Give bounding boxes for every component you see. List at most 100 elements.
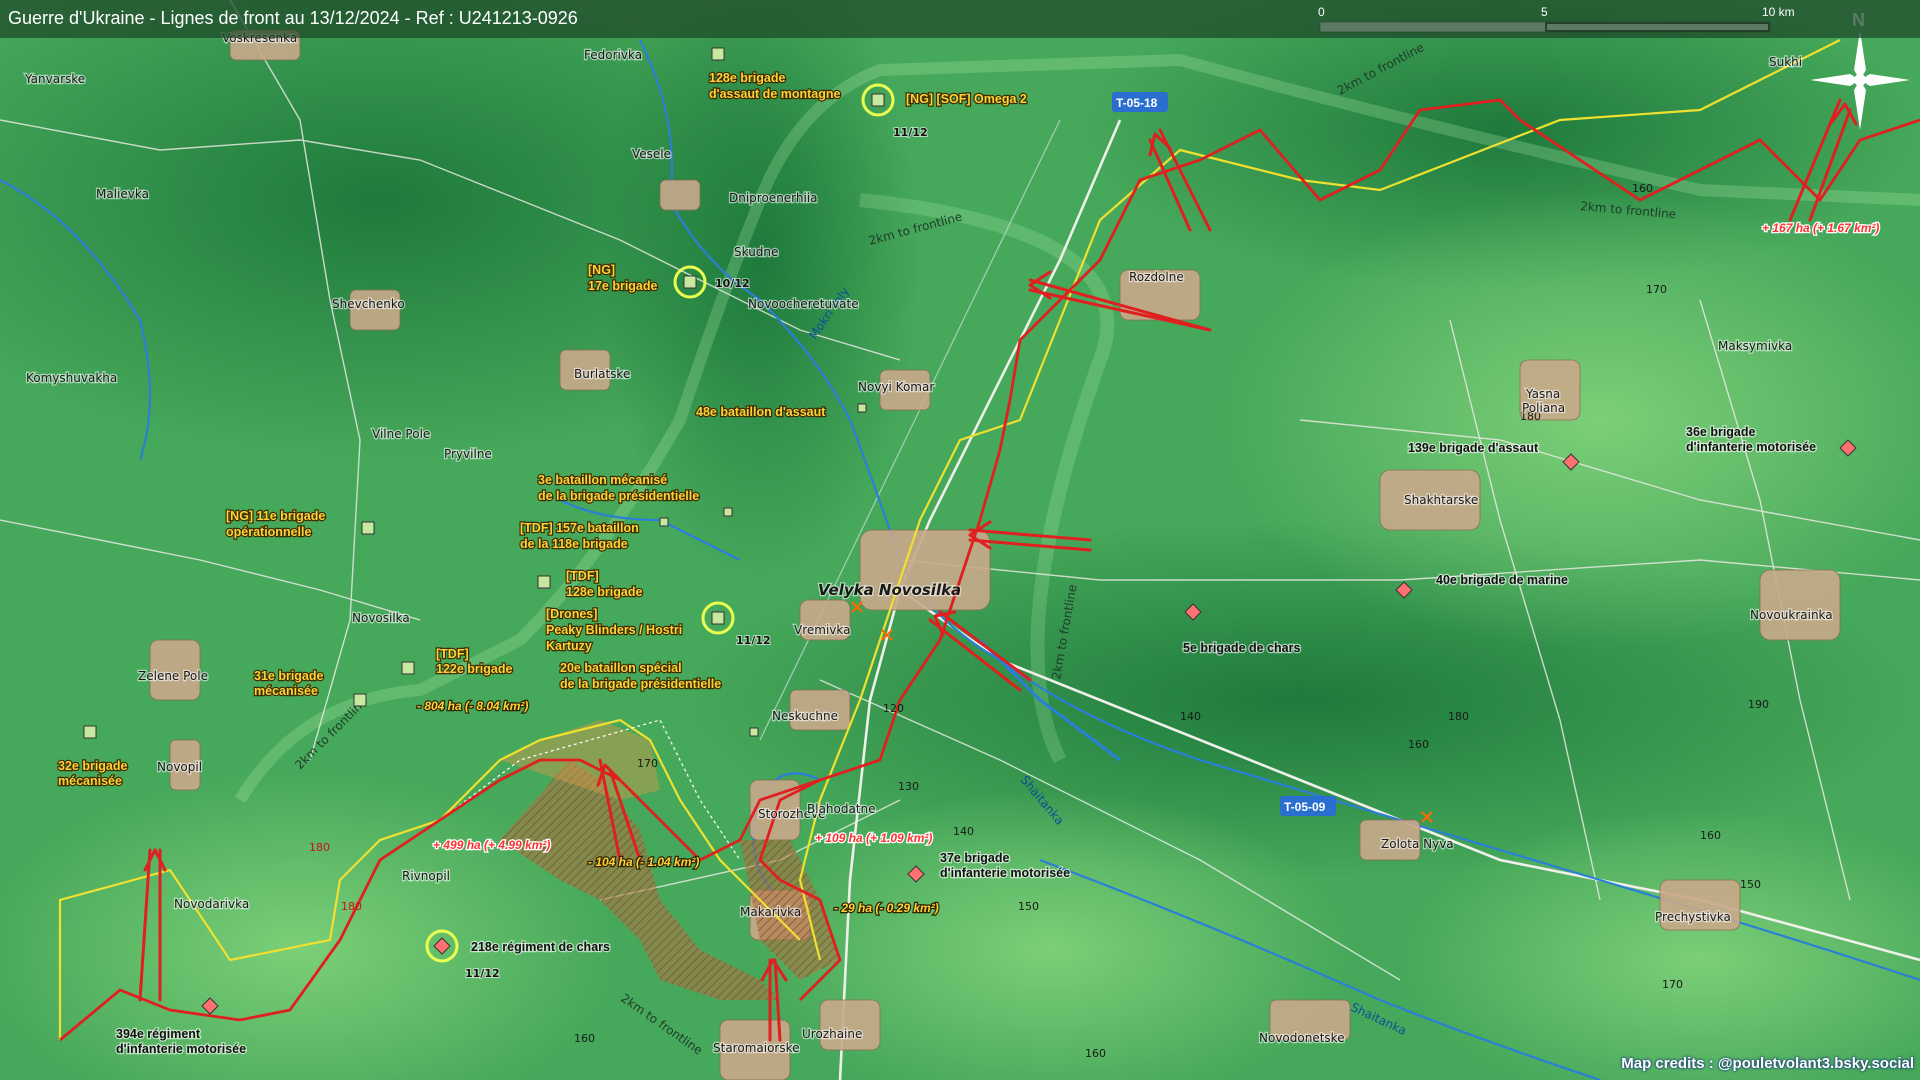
elevation-label: 180 (341, 900, 362, 913)
elevation-label: 140 (1180, 710, 1201, 723)
place-yasna-poliana-2: Poliana (1522, 401, 1565, 415)
place-zelene-pole: Zelene Pole (138, 669, 208, 683)
road-label-t0509: T-05-09 (1284, 800, 1326, 814)
place-shakhtarske: Shakhtarske (1404, 493, 1478, 507)
unit-label: [NG] (588, 263, 615, 277)
unit-label: de la brigade présidentielle (538, 489, 699, 503)
unit-label: 128e brigade (709, 71, 785, 85)
place-blahodatne: Blahodatne (807, 802, 876, 816)
place-zolota-nyva: Zolota Nyva (1381, 837, 1454, 851)
place-pryvilne: Pryvilne (444, 447, 492, 461)
unit-label: [TDF] (436, 647, 469, 661)
unit-marker[interactable] (353, 693, 367, 707)
unit-label: d'infanterie motorisée (940, 866, 1070, 880)
unit-marker[interactable] (871, 93, 885, 107)
unit-label: [Drones] (546, 607, 597, 621)
unit-label: [TDF] 157e bataillon (520, 521, 639, 535)
unit-label: 3e bataillon mécanisé (538, 473, 667, 487)
road-shield: T-05-09 (1280, 796, 1336, 816)
map-canvas[interactable]: N T-05-18 T-05-09 2km to frontline 2km t… (0, 0, 1920, 1080)
place-fedorivka: Fedorivka (584, 48, 642, 62)
place-makarivka: Makarivka (740, 905, 801, 919)
unit-marker[interactable] (749, 727, 759, 737)
place-yasna-poliana-1: Yasna (1525, 387, 1560, 401)
place-novodonetske: Novodonetske (1259, 1031, 1345, 1045)
unit-marker[interactable] (723, 507, 733, 517)
unit-marker[interactable] (83, 725, 97, 739)
place-vesele: Vesele (632, 147, 671, 161)
elevation-label: 150 (1018, 900, 1039, 913)
place-novoukrainka: Novoukrainka (1750, 608, 1833, 622)
unit-marker[interactable] (857, 403, 867, 413)
unit-marker[interactable] (659, 517, 669, 527)
place-dniproenerhiia: Dniproenerhiia (729, 191, 818, 205)
unit-label: 394e régiment (116, 1027, 201, 1041)
unit-label: 218e régiment de chars (471, 940, 610, 954)
place-komyshuvakha: Komyshuvakha (26, 371, 117, 385)
unit-label: d'assaut de montagne (709, 87, 841, 101)
elevation-label: 160 (1085, 1047, 1106, 1060)
place-velyka-novosilka: Velyka Novosilka (818, 581, 961, 599)
scale-label-5: 5 (1541, 5, 1548, 19)
unit-marker[interactable] (537, 575, 551, 589)
unit-label: [NG] 11e brigade (226, 509, 325, 523)
place-maksymivka: Maksymivka (1718, 339, 1792, 353)
place-vilne-pole: Vilne Pole (372, 427, 430, 441)
place-urozhaine: Urozhaine (802, 1027, 862, 1041)
scale-label-10: 10 km (1762, 5, 1795, 19)
unit-label: 32e brigade (58, 759, 128, 773)
elevation-label: 160 (1700, 829, 1721, 842)
place-yanvarske: Yanvarske (24, 72, 85, 86)
place-novoocheretuvate: Novoocheretuvate (748, 297, 859, 311)
unit-label: 17e brigade (588, 279, 658, 293)
gain-label: + 109 ha (+ 1.09 km²) (815, 831, 932, 845)
loss-label: - 804 ha (- 8.04 km²) (417, 699, 528, 713)
unit-date: 11/12 (465, 967, 500, 980)
map-view[interactable]: N T-05-18 T-05-09 2km to frontline 2km t… (0, 0, 1920, 1080)
place-prechystivka: Prechystivka (1655, 910, 1731, 924)
elevation-label: 190 (1748, 698, 1769, 711)
unit-label: 20e bataillon spécial (560, 661, 682, 675)
unit-label: mécanisée (58, 774, 122, 788)
road-label-t0518: T-05-18 (1116, 96, 1158, 110)
unit-label: [NG] [SOF] Omega 2 (906, 92, 1027, 106)
unit-marker[interactable] (711, 47, 725, 61)
unit-marker[interactable] (711, 611, 725, 625)
elevation-label: 140 (953, 825, 974, 838)
unit-label: Peaky Blinders / Hostri (546, 623, 682, 637)
unit-label: 122e brigade (436, 662, 512, 676)
map-credits[interactable]: Map credits : @pouletvolant3.bsky.social (1621, 1055, 1914, 1072)
elevation-label: 130 (898, 780, 919, 793)
unit-marker[interactable] (401, 661, 415, 675)
elevation-label: 150 (1740, 878, 1761, 891)
unit-date: 11/12 (893, 126, 928, 139)
map-title: Guerre d'Ukraine - Lignes de front au 13… (8, 8, 578, 28)
elevation-label: 170 (1646, 283, 1667, 296)
place-novopil: Novopil (157, 760, 202, 774)
place-novosilka: Novosilka (352, 611, 410, 625)
unit-label: opérationnelle (226, 525, 311, 539)
unit-label: 40e brigade de marine (1436, 573, 1568, 587)
gain-label: + 499 ha (+ 4.99 km²) (433, 838, 550, 852)
title-bar: Guerre d'Ukraine - Lignes de front au 13… (0, 0, 1920, 38)
place-novyi-komar: Novyi Komar (858, 380, 934, 394)
unit-date: 10/12 (715, 277, 750, 290)
gain-label: + 167 ha (+ 1.67 km²) (1762, 221, 1879, 235)
unit-label: 36e brigade (1686, 425, 1756, 439)
unit-label: 48e bataillon d'assaut (696, 405, 826, 419)
place-staromaiorske: Staromaiorske (713, 1041, 800, 1055)
unit-label: mécanisée (254, 684, 318, 698)
unit-label: d'infanterie motorisée (116, 1042, 246, 1056)
place-neskuchne: Neskuchne (772, 709, 838, 723)
elevation-label: 160 (574, 1032, 595, 1045)
road-shield: T-05-18 (1112, 92, 1168, 112)
unit-marker[interactable] (683, 275, 697, 289)
unit-marker[interactable] (361, 521, 375, 535)
unit-label: 128e brigade (566, 585, 642, 599)
place-novodarivka: Novodarivka (174, 897, 249, 911)
place-sukhi: Sukhi (1769, 55, 1802, 69)
elevation-label: 170 (637, 757, 658, 770)
unit-label: 31e brigade (254, 669, 324, 683)
place-rozdolne: Rozdolne (1129, 270, 1184, 284)
elevation-label: 180 (1448, 710, 1469, 723)
